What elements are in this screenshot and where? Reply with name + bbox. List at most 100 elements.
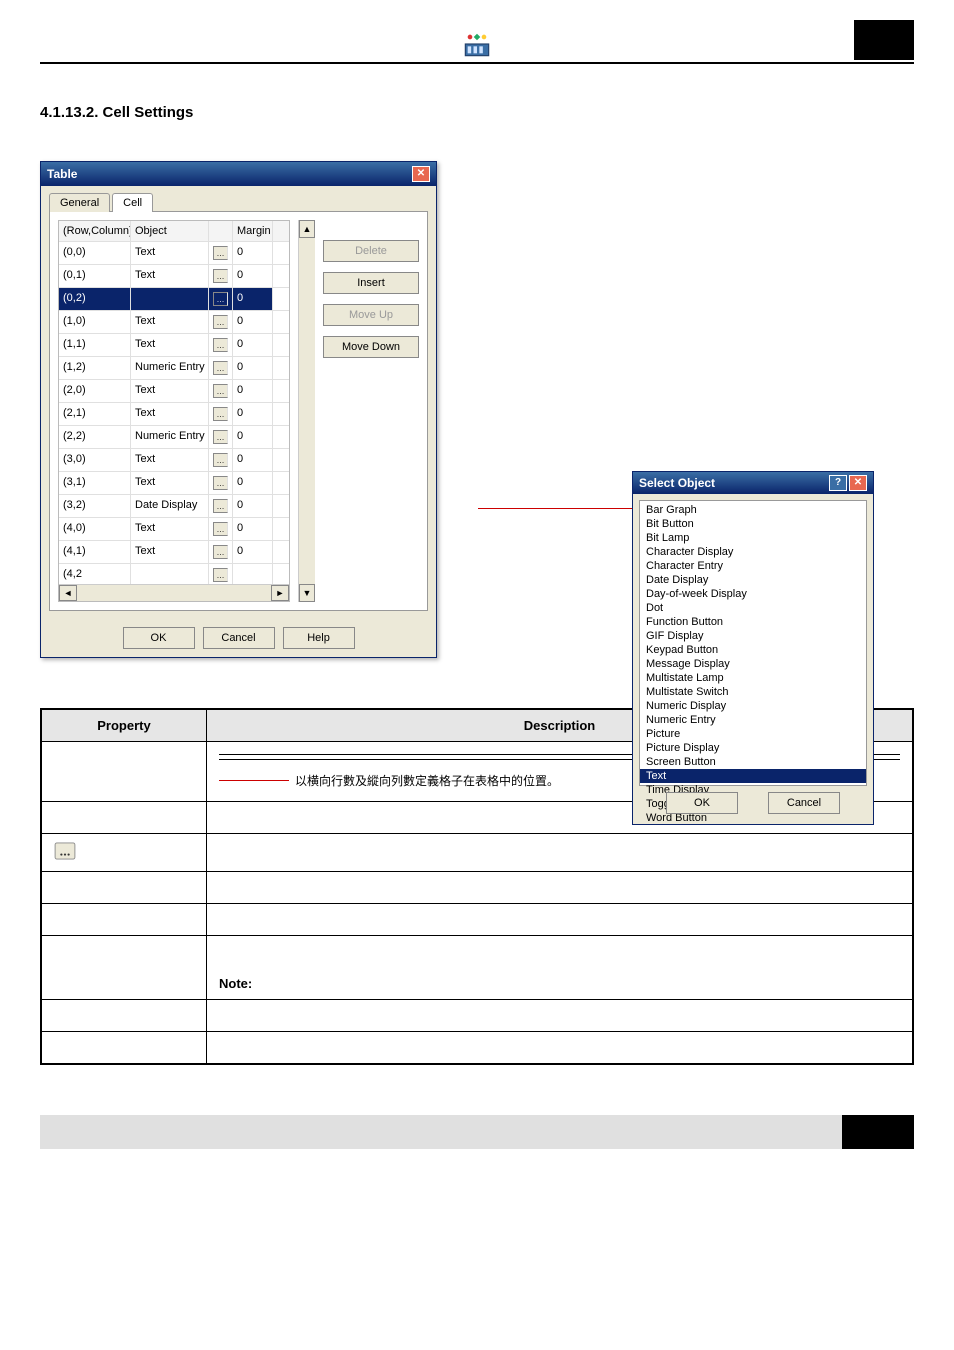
col-header-rowcol: (Row,Column) (59, 221, 131, 241)
cell-rowcol: (2,1) (59, 403, 131, 425)
grid-row[interactable]: (1,0)Text…0 (59, 311, 289, 334)
list-item[interactable]: Bit Button (640, 517, 866, 531)
side-buttons: Delete Insert Move Up Move Down (323, 220, 419, 602)
list-item[interactable]: Dot (640, 601, 866, 615)
cell-browse-button[interactable]: … (209, 334, 233, 356)
cell-object (131, 288, 209, 310)
cell-browse-button[interactable]: … (209, 242, 233, 264)
grid-header: (Row,Column) Object Margin (59, 221, 289, 242)
cell-browse-button[interactable]: … (209, 311, 233, 333)
list-item[interactable]: GIF Display (640, 629, 866, 643)
cell-browse-button[interactable]: … (209, 403, 233, 425)
grid-hscroll[interactable]: ◄ ► (59, 584, 289, 601)
list-item[interactable]: Screen Button (640, 755, 866, 769)
grid-row[interactable]: (1,2)Numeric Entry…0 (59, 357, 289, 380)
page-footer-bar (40, 1115, 914, 1149)
grid-row[interactable]: (4,2 … (59, 564, 289, 584)
list-item[interactable]: Numeric Entry (640, 713, 866, 727)
movedown-button[interactable]: Move Down (323, 336, 419, 358)
cell-browse-button[interactable]: … (209, 564, 233, 584)
table-row (41, 833, 913, 871)
tab-strip: General Cell (41, 186, 436, 211)
delete-button[interactable]: Delete (323, 240, 419, 262)
grid-row[interactable]: (0,1)Text…0 (59, 265, 289, 288)
grid-row[interactable]: (1,1)Text…0 (59, 334, 289, 357)
grid-row[interactable]: (3,2)Date Display…0 (59, 495, 289, 518)
grid-row[interactable]: (4,0)Text…0 (59, 518, 289, 541)
insert-button[interactable]: Insert (323, 272, 419, 294)
grid-row[interactable]: (3,1)Text…0 (59, 472, 289, 495)
cell-object: Text (131, 472, 209, 494)
description-cell (207, 999, 914, 1031)
cell-object: Numeric Entry (131, 426, 209, 448)
col-header-object: Object (131, 221, 209, 241)
property-header: Property (41, 709, 207, 742)
cell-margin: 0 (233, 426, 273, 448)
cancel-button[interactable]: Cancel (768, 792, 840, 814)
description-cell (207, 871, 914, 903)
cell-object: Date Display (131, 495, 209, 517)
help-button[interactable]: Help (283, 627, 355, 649)
scroll-down-icon[interactable]: ▼ (299, 584, 315, 602)
col-header-button (209, 221, 233, 241)
list-item[interactable]: Bar Graph (640, 503, 866, 517)
cell-margin: 0 (233, 334, 273, 356)
moveup-button[interactable]: Move Up (323, 304, 419, 326)
grid-row[interactable]: (2,1)Text…0 (59, 403, 289, 426)
cell-margin: 0 (233, 495, 273, 517)
close-icon[interactable]: ✕ (849, 475, 867, 491)
list-item[interactable]: Multistate Lamp (640, 671, 866, 685)
ok-button[interactable]: OK (666, 792, 738, 814)
grid-row[interactable]: (2,0)Text…0 (59, 380, 289, 403)
list-item[interactable]: Bit Lamp (640, 531, 866, 545)
list-item[interactable]: Character Entry (640, 559, 866, 573)
list-item[interactable]: Day-of-week Display (640, 587, 866, 601)
cell-rowcol: (3,0) (59, 449, 131, 471)
list-item[interactable]: Keypad Button (640, 643, 866, 657)
cell-browse-button[interactable]: … (209, 265, 233, 287)
cell-browse-button[interactable]: … (209, 449, 233, 471)
grid-row[interactable]: (0,2)…0 (59, 288, 289, 311)
cell-object: Text (131, 449, 209, 471)
list-item[interactable]: Numeric Display (640, 699, 866, 713)
cell-margin: 0 (233, 518, 273, 540)
list-item[interactable]: Multistate Switch (640, 685, 866, 699)
scroll-left-icon[interactable]: ◄ (59, 585, 77, 601)
list-item[interactable]: Message Display (640, 657, 866, 671)
cell-browse-button[interactable]: … (209, 541, 233, 563)
cell-browse-button[interactable]: … (209, 380, 233, 402)
cell-browse-button[interactable]: … (209, 357, 233, 379)
cell-browse-button[interactable]: … (209, 288, 233, 310)
list-item[interactable]: Picture (640, 727, 866, 741)
cell-rowcol: (1,2) (59, 357, 131, 379)
close-icon[interactable]: ✕ (412, 166, 430, 182)
cell-browse-button[interactable]: … (209, 426, 233, 448)
tab-cell[interactable]: Cell (112, 193, 153, 212)
object-listbox[interactable]: Bar GraphBit ButtonBit LampCharacter Dis… (639, 500, 867, 786)
grid-row[interactable]: (0,0)Text…0 (59, 242, 289, 265)
cancel-button[interactable]: Cancel (203, 627, 275, 649)
list-item[interactable]: Picture Display (640, 741, 866, 755)
list-item[interactable]: Date Display (640, 573, 866, 587)
scroll-right-icon[interactable]: ► (271, 585, 289, 601)
grid-vscroll[interactable]: ▲ ▼ (298, 220, 315, 602)
help-icon[interactable]: ? (829, 475, 847, 491)
cell-browse-button[interactable]: … (209, 518, 233, 540)
grid-row[interactable]: (2,2)Numeric Entry…0 (59, 426, 289, 449)
tab-general[interactable]: General (49, 193, 110, 212)
list-item[interactable]: Text (640, 769, 866, 783)
scroll-up-icon[interactable]: ▲ (299, 220, 315, 238)
header-rule (40, 62, 914, 64)
cell-rowcol: (2,0) (59, 380, 131, 402)
cell-rowcol: (4,2 (59, 564, 131, 584)
cell-object (131, 564, 209, 584)
grid-row[interactable]: (3,0)Text…0 (59, 449, 289, 472)
list-item[interactable]: Function Button (640, 615, 866, 629)
cell-rowcol: (1,0) (59, 311, 131, 333)
grid-row[interactable]: (4,1)Text…0 (59, 541, 289, 564)
list-item[interactable]: Character Display (640, 545, 866, 559)
cell-browse-button[interactable]: … (209, 495, 233, 517)
ok-button[interactable]: OK (123, 627, 195, 649)
cell-browse-button[interactable]: … (209, 472, 233, 494)
cell-rowcol: (4,0) (59, 518, 131, 540)
